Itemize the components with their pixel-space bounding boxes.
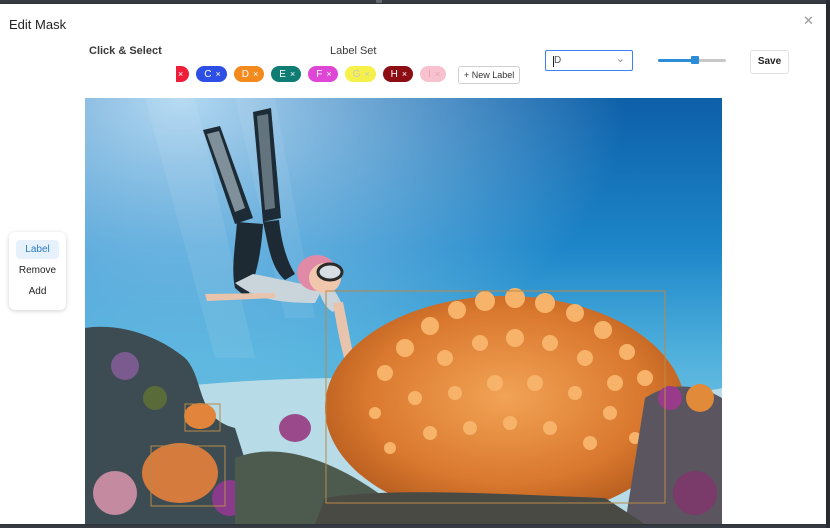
- coral-right-dark: [673, 471, 717, 515]
- mode-remove-button[interactable]: Remove: [16, 261, 59, 280]
- close-icon[interactable]: ✕: [803, 13, 814, 29]
- label-select-value: D: [554, 55, 562, 66]
- label-chip-text: E: [279, 68, 286, 80]
- label-chip[interactable]: C ×: [196, 66, 227, 82]
- label-chip[interactable]: H ×: [382, 66, 414, 82]
- brush-size-slider[interactable]: [658, 56, 726, 65]
- label-chip[interactable]: E ×: [271, 66, 302, 82]
- chevron-down-icon: ⌄: [615, 53, 625, 65]
- chip-remove-icon[interactable]: ×: [290, 69, 295, 79]
- background-caret: [376, 0, 382, 3]
- label-chip-text: G: [352, 68, 361, 80]
- modal-title: Edit Mask: [9, 17, 67, 32]
- label-select[interactable]: D ⌄: [545, 50, 633, 71]
- coral-small-orange: [184, 403, 216, 429]
- edit-mask-modal: Edit Mask ✕ Click & Select Label Set × C ×…: [0, 4, 826, 524]
- mode-label-button[interactable]: Label: [16, 240, 59, 259]
- label-chip[interactable]: D ×: [233, 66, 265, 82]
- chip-remove-icon[interactable]: ×: [402, 69, 407, 79]
- slider-fill: [658, 59, 696, 62]
- label-chip[interactable]: I ×: [420, 66, 447, 82]
- coral-pink: [93, 471, 137, 515]
- new-label-button[interactable]: + New Label: [458, 66, 521, 84]
- background-strip: [826, 0, 830, 528]
- chip-remove-icon[interactable]: ×: [364, 69, 369, 79]
- slider-thumb[interactable]: [691, 56, 700, 64]
- image-canvas[interactable]: [85, 98, 722, 524]
- coral-green: [143, 386, 167, 410]
- label-chip[interactable]: G ×: [344, 66, 376, 82]
- chip-remove-icon[interactable]: ×: [435, 69, 440, 79]
- mode-add-button[interactable]: Add: [16, 282, 59, 301]
- chip-remove-icon[interactable]: ×: [326, 69, 331, 79]
- chip-remove-icon[interactable]: ×: [216, 69, 221, 79]
- label-chip-text: H: [390, 68, 398, 80]
- label-chip-text: F: [316, 68, 323, 80]
- underwater-photo: [85, 98, 722, 524]
- click-select-heading: Click & Select: [89, 45, 162, 57]
- label-set-heading: Label Set: [330, 45, 377, 57]
- coral-purple: [111, 352, 139, 380]
- label-chip-text: C: [204, 68, 212, 80]
- coral-purple-mid: [279, 414, 311, 442]
- chip-remove-icon[interactable]: ×: [253, 69, 258, 79]
- chip-remove-icon[interactable]: ×: [178, 69, 183, 79]
- mask-mode-menu: Label Remove Add: [9, 232, 66, 310]
- label-chip-text: I: [428, 68, 431, 80]
- label-chip[interactable]: F ×: [308, 66, 338, 82]
- coral-right-orange: [686, 384, 714, 412]
- coral-orange-cluster: [142, 443, 218, 503]
- save-button[interactable]: Save: [750, 50, 789, 74]
- label-chip-text: D: [241, 68, 249, 80]
- label-chip[interactable]: ×: [176, 66, 190, 82]
- coral-right-purple: [658, 386, 682, 410]
